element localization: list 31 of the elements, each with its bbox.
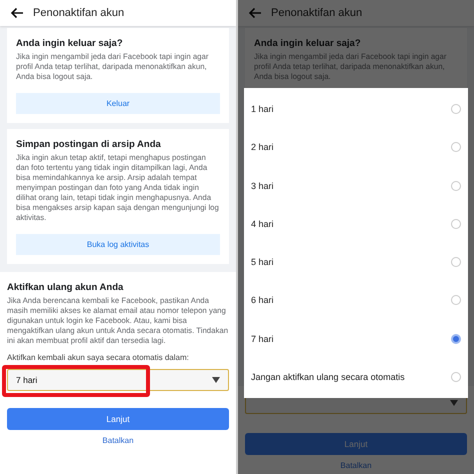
option-item[interactable]: 6 hari — [244, 285, 468, 316]
option-item[interactable]: 5 hari — [244, 247, 468, 278]
option-item[interactable]: 3 hari — [244, 170, 468, 201]
radio-button[interactable] — [451, 257, 461, 268]
continue-button[interactable]: Lanjut — [7, 408, 229, 430]
dropdown-caret-icon — [212, 377, 220, 383]
radio-button[interactable] — [451, 295, 461, 306]
card-title: Simpan postingan di arsip Anda — [16, 139, 162, 150]
radio-button[interactable] — [451, 180, 461, 191]
option-item[interactable]: Jangan aktifkan ulang secara otomatis — [244, 362, 468, 392]
duration-dropdown[interactable]: 7 hari — [7, 369, 229, 391]
option-item[interactable]: 2 hari — [244, 132, 468, 162]
cancel-link[interactable]: Batalkan — [102, 433, 134, 448]
back-arrow-icon[interactable] — [10, 7, 24, 19]
option-item[interactable]: 1 hari — [244, 94, 468, 124]
radio-button[interactable] — [451, 334, 461, 344]
dropdown-caret-icon — [450, 400, 458, 406]
option-item[interactable]: 4 hari — [244, 208, 468, 239]
radio-button[interactable] — [451, 142, 461, 152]
card-title: Anda ingin keluar saja? — [254, 38, 362, 49]
page-title: Penonaktifan akun — [33, 7, 124, 19]
card-title: Anda ingin keluar saja? — [16, 38, 124, 49]
section-title: Aktifkan ulang akun Anda — [7, 282, 124, 293]
radio-button[interactable] — [451, 104, 461, 114]
page-title: Penonaktifan akun — [271, 7, 362, 19]
radio-button[interactable] — [451, 372, 461, 382]
radio-button[interactable] — [451, 218, 461, 229]
option-item[interactable]: 7 hari — [244, 324, 468, 354]
dropdown-label: Aktifkan kembali akun saya secara otomatis dalam: — [7, 353, 190, 362]
card-button[interactable]: Keluar — [16, 93, 220, 114]
card-button[interactable]: Buka log aktivitas — [16, 234, 220, 255]
